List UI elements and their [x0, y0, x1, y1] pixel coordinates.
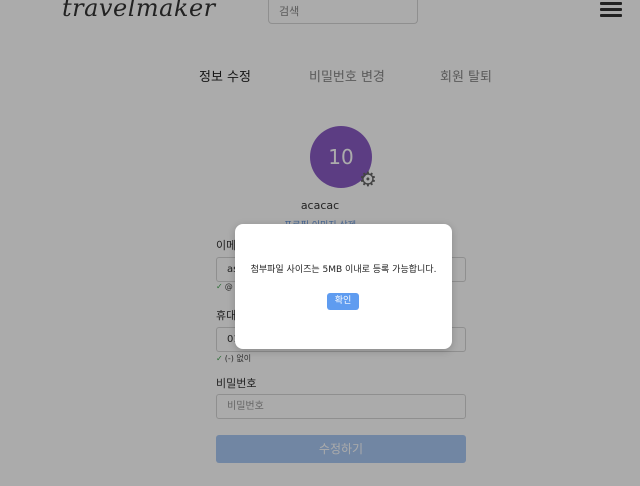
confirm-button[interactable]: 확인	[327, 293, 359, 310]
alert-modal: 첨부파일 사이즈는 5MB 이내로 등록 가능합니다. 확인	[235, 224, 452, 349]
modal-message: 첨부파일 사이즈는 5MB 이내로 등록 가능합니다.	[250, 265, 437, 275]
